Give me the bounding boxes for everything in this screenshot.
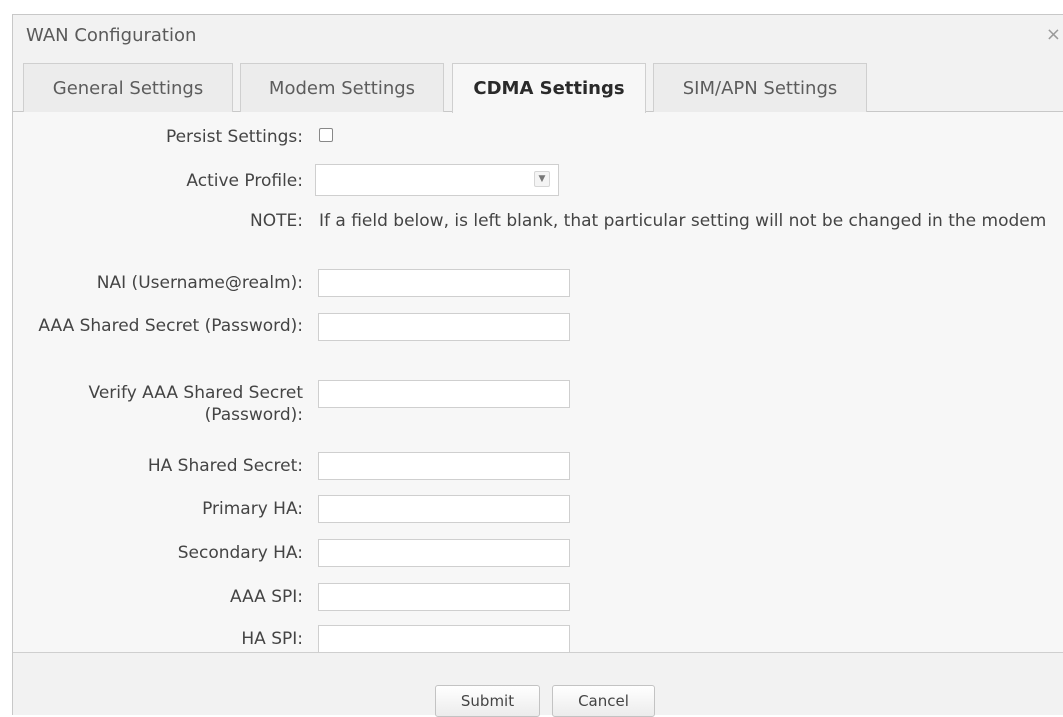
tab-label: SIM/APN Settings	[682, 77, 838, 99]
ha-shared-secret-input[interactable]	[318, 452, 570, 480]
wan-configuration-dialog: WAN Configuration × General Settings Mod…	[12, 14, 1063, 717]
verify-aaa-shared-secret-label: Verify AAA Shared Secret (Password):	[88, 383, 303, 425]
tab-cdma-settings[interactable]: CDMA Settings	[452, 63, 646, 113]
chevron-down-icon: ▼	[534, 171, 550, 187]
secondary-ha-label: Secondary HA:	[177, 543, 303, 563]
verify-aaa-shared-secret-input[interactable]	[318, 380, 570, 408]
tab-label: General Settings	[52, 77, 204, 99]
tab-sim-apn-settings[interactable]: SIM/APN Settings	[653, 63, 867, 112]
submit-button[interactable]: Submit	[435, 685, 540, 717]
aaa-spi-input[interactable]	[318, 583, 570, 611]
ha-spi-input[interactable]	[318, 625, 570, 653]
aaa-shared-secret-label: AAA Shared Secret (Password):	[38, 316, 303, 336]
aaa-shared-secret-input[interactable]	[318, 313, 570, 341]
persist-settings-checkbox[interactable]	[319, 128, 333, 142]
close-icon[interactable]: ×	[1046, 24, 1061, 45]
cancel-button[interactable]: Cancel	[552, 685, 655, 717]
ha-shared-secret-label: HA Shared Secret:	[147, 456, 303, 476]
primary-ha-label: Primary HA:	[202, 499, 303, 519]
dialog-title: WAN Configuration	[26, 25, 197, 46]
persist-settings-label: Persist Settings:	[165, 127, 303, 147]
note-label: NOTE:	[250, 211, 303, 231]
secondary-ha-input[interactable]	[318, 539, 570, 567]
ha-spi-label: HA SPI:	[241, 629, 303, 649]
aaa-spi-label: AAA SPI:	[229, 587, 303, 607]
cdma-settings-panel: Persist Settings: Active Profile: ▼ NOTE…	[13, 112, 1063, 653]
tab-modem-settings[interactable]: Modem Settings	[240, 63, 444, 112]
tab-label: Modem Settings	[268, 77, 416, 99]
primary-ha-input[interactable]	[318, 495, 570, 523]
active-profile-select[interactable]: ▼	[315, 164, 559, 196]
active-profile-label: Active Profile:	[186, 171, 303, 191]
nai-label: NAI (Username@realm):	[96, 273, 303, 293]
dialog-titlebar: WAN Configuration ×	[13, 15, 1063, 59]
nai-input[interactable]	[318, 269, 570, 297]
dialog-footer: Submit Cancel	[13, 652, 1063, 717]
tab-label: CDMA Settings	[473, 78, 625, 99]
tab-general-settings[interactable]: General Settings	[23, 63, 233, 112]
tab-bar: General Settings Modem Settings CDMA Set…	[13, 59, 1063, 113]
note-text: If a field below, is left blank, that pa…	[319, 211, 1047, 231]
